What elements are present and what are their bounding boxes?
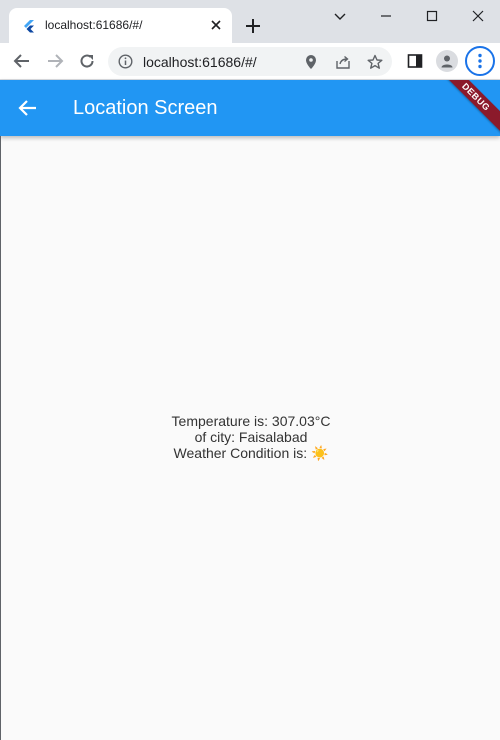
tab-search-chevron-icon[interactable] <box>327 5 353 27</box>
new-tab-icon[interactable] <box>244 17 262 35</box>
browser-toolbar: localhost:61686/#/ <box>0 43 500 80</box>
app-bar: Location Screen DEBUG <box>0 80 500 136</box>
city-text: of city: Faisalabad <box>194 429 308 445</box>
address-bar[interactable]: localhost:61686/#/ <box>108 47 392 76</box>
arrow-back-icon <box>18 100 36 116</box>
weather-condition-text: Weather Condition is: ☀️ <box>173 445 329 461</box>
browser-tab[interactable]: localhost:61686/#/ <box>9 8 232 43</box>
profile-avatar-icon[interactable] <box>436 50 458 72</box>
minimize-icon[interactable] <box>373 5 399 27</box>
browser-menu-icon[interactable] <box>465 46 495 76</box>
bookmark-star-icon[interactable] <box>366 53 383 70</box>
browser-tab-strip: localhost:61686/#/ <box>0 0 500 43</box>
window-close-icon[interactable] <box>465 5 491 27</box>
temperature-text: Temperature is: 307.03°C <box>171 413 331 429</box>
address-bar-url: localhost:61686/#/ <box>143 54 257 70</box>
side-panel-icon[interactable] <box>405 51 425 71</box>
back-icon[interactable] <box>12 51 32 71</box>
share-icon[interactable] <box>334 53 351 70</box>
location-pin-icon[interactable] <box>302 53 319 70</box>
tab-title: localhost:61686/#/ <box>45 18 143 32</box>
app-back-button[interactable] <box>12 92 44 124</box>
page-title: Location Screen <box>73 97 218 119</box>
weather-info: Temperature is: 307.03°C of city: Faisal… <box>1 413 500 461</box>
debug-banner: DEBUG <box>435 80 500 136</box>
forward-icon[interactable] <box>45 51 65 71</box>
screen-body: Temperature is: 307.03°C of city: Faisal… <box>0 136 500 740</box>
close-tab-icon[interactable] <box>209 18 223 32</box>
site-info-icon[interactable] <box>117 53 134 70</box>
maximize-icon[interactable] <box>419 5 445 27</box>
flutter-icon <box>24 20 34 33</box>
reload-icon[interactable] <box>77 51 97 71</box>
